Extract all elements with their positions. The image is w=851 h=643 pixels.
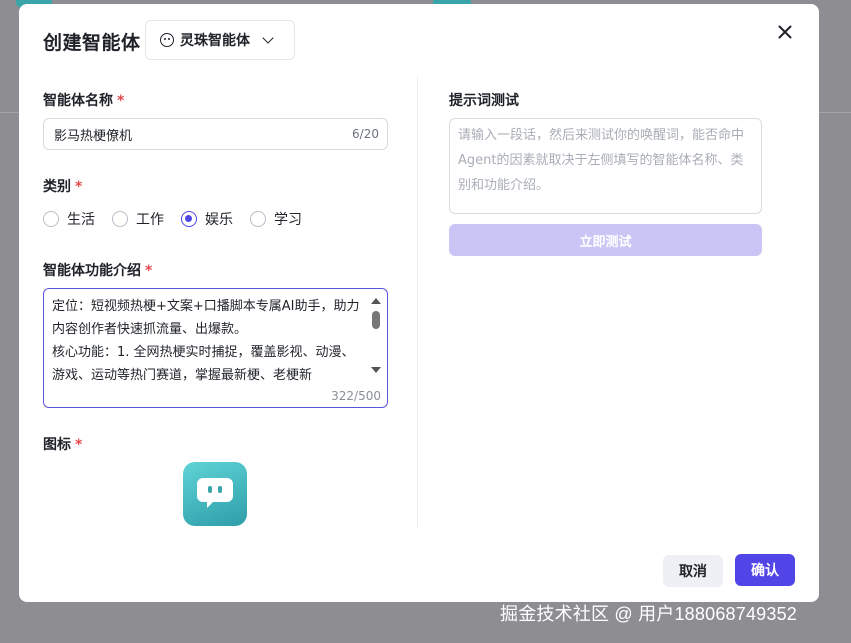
required-mark: * — [75, 179, 83, 195]
description-label: 智能体功能介绍 * — [43, 260, 152, 280]
radio-circle — [112, 211, 128, 227]
radio-label: 学习 — [274, 212, 302, 228]
watermark-text: 掘金技术社区 @ 用户188068749352 — [500, 604, 798, 624]
agent-face-icon — [160, 33, 174, 47]
description-value: 定位：短视频热梗+文案+口播脚本专属AI助手，助力内容创作者快速抓流量、出爆款。… — [52, 299, 360, 383]
agent-icon-picker[interactable] — [183, 462, 247, 526]
close-icon — [778, 25, 792, 39]
agent-type-label: 灵珠智能体 — [180, 33, 250, 49]
category-radio-study[interactable]: 学习 — [250, 209, 302, 229]
prompt-test-title: 提示词测试 — [449, 93, 519, 109]
required-mark: * — [145, 263, 153, 279]
dialog-title: 创建智能体 — [43, 32, 141, 54]
radio-label: 娱乐 — [205, 212, 233, 228]
radio-circle-selected — [181, 211, 197, 227]
radio-circle — [250, 211, 266, 227]
icon-label-text: 图标 — [43, 437, 71, 453]
confirm-button[interactable]: 确认 — [735, 554, 795, 586]
prompt-test-input[interactable]: 请输入一段话，然后来测试你的唤醒词，能否命中Agent的因素就取决于左侧填写的智… — [449, 118, 762, 214]
chevron-down-icon — [262, 32, 274, 44]
agent-name-value: 影马热梗僚机 — [54, 128, 133, 144]
description-textarea[interactable]: 定位：短视频热梗+文案+口播脚本专属AI助手，助力内容创作者快速抓流量、出爆款。… — [43, 288, 388, 408]
column-divider — [417, 76, 418, 528]
required-mark: * — [117, 93, 125, 109]
radio-label: 工作 — [136, 212, 164, 228]
category-radio-group: 生活 工作 娱乐 学习 — [43, 209, 302, 229]
test-now-button[interactable]: 立即测试 — [449, 224, 762, 256]
description-scrollbar[interactable] — [371, 295, 381, 375]
scroll-up-icon[interactable] — [371, 298, 381, 304]
description-label-text: 智能体功能介绍 — [43, 263, 141, 279]
name-label-text: 智能体名称 — [43, 93, 113, 109]
create-agent-dialog: 创建智能体 灵珠智能体 智能体名称 * 影马热梗僚机 6/20 类别 * 生活 工作… — [19, 4, 819, 602]
chat-bubble-icon — [197, 478, 233, 508]
name-label: 智能体名称 * — [43, 90, 124, 110]
scroll-down-icon[interactable] — [371, 367, 381, 373]
close-button[interactable] — [775, 22, 795, 42]
cancel-button[interactable]: 取消 — [663, 555, 723, 587]
category-radio-entertainment[interactable]: 娱乐 — [181, 209, 233, 229]
description-counter: 322/500 — [331, 389, 381, 403]
category-radio-life[interactable]: 生活 — [43, 209, 95, 229]
category-label-text: 类别 — [43, 179, 71, 195]
agent-name-input[interactable]: 影马热梗僚机 6/20 — [43, 118, 388, 150]
scroll-thumb[interactable] — [372, 311, 380, 329]
category-label: 类别 * — [43, 176, 82, 196]
radio-label: 生活 — [67, 212, 95, 228]
required-mark: * — [75, 437, 83, 453]
category-radio-work[interactable]: 工作 — [112, 209, 164, 229]
agent-name-counter: 6/20 — [352, 127, 379, 141]
radio-circle — [43, 211, 59, 227]
agent-type-select[interactable]: 灵珠智能体 — [145, 20, 295, 60]
icon-label: 图标 * — [43, 434, 82, 454]
